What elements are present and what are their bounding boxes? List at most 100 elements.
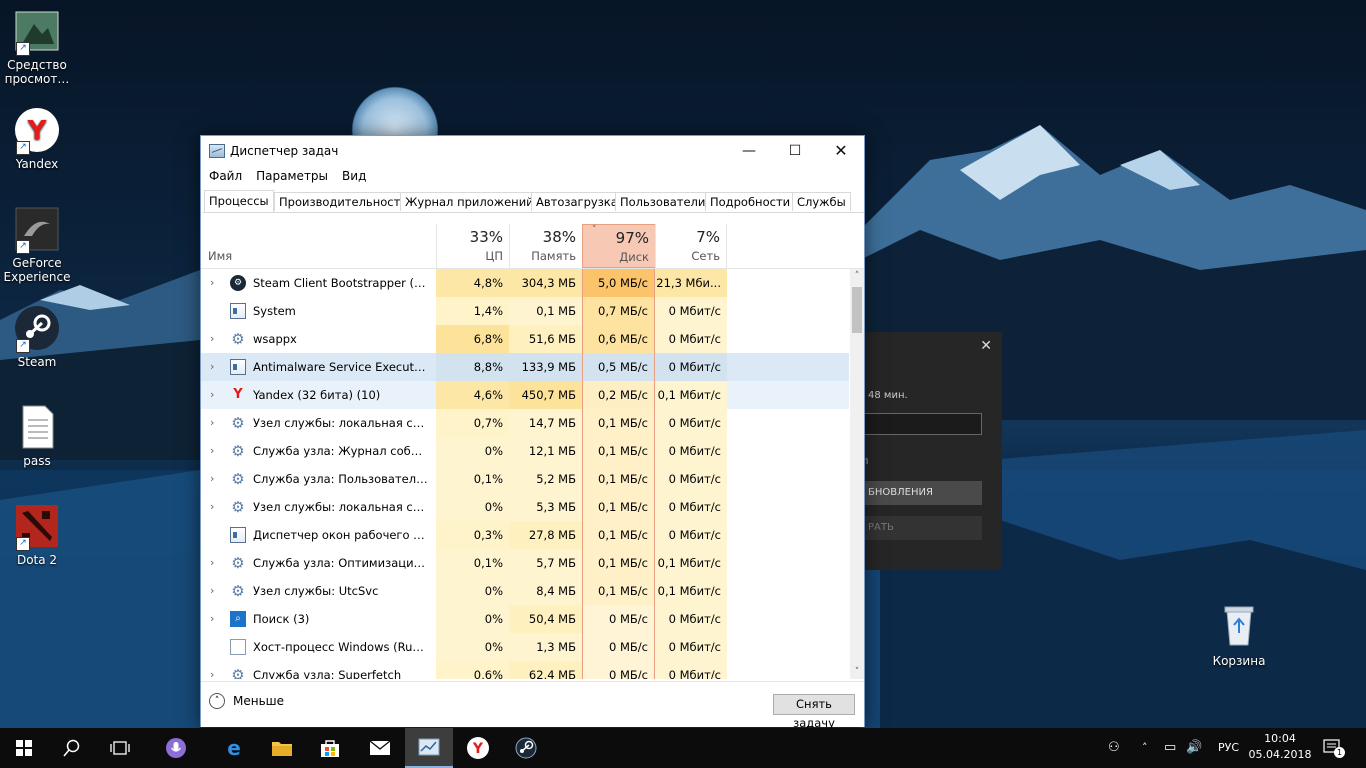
speaker-icon[interactable]: 🔊	[1186, 728, 1202, 768]
scroll-down-icon[interactable]: ˅	[850, 665, 864, 679]
action-center-button[interactable]: 1	[1322, 738, 1345, 758]
process-list: › ⚙ Steam Client Bootstrapper (32 б... 4,8%…	[201, 269, 849, 679]
title-bar[interactable]: Диспетчер задач — ☐ ✕	[201, 136, 864, 166]
process-cpu: 4,6%	[436, 381, 509, 409]
table-row[interactable]: › ⚙ Steam Client Bootstrapper (32 б... 4,8%…	[201, 269, 849, 297]
process-memory: 304,3 МБ	[509, 269, 582, 297]
column-memory[interactable]: 38% Память	[509, 224, 582, 268]
tab-details[interactable]: Подробности	[705, 192, 796, 211]
desktop-icon-yandex[interactable]: Y ↗ Yandex	[0, 107, 74, 171]
table-row[interactable]: › ⚙ Служба узла: Пользовательск... 0,1% 5,2 …	[201, 465, 849, 493]
scroll-up-icon[interactable]: ˄	[850, 269, 864, 283]
store-button[interactable]	[306, 728, 354, 768]
process-disk: 0,7 МБ/с	[582, 297, 655, 325]
tab-performance[interactable]: Производительность	[274, 192, 413, 211]
table-row[interactable]: › Y Yandex (32 бита) (10) 4,6% 450,7 МБ 0,2 М…	[201, 381, 849, 409]
process-disk: 0,1 МБ/с	[582, 409, 655, 437]
memory-total: 38%	[542, 228, 576, 246]
close-icon[interactable]: ✕	[980, 338, 992, 354]
column-network[interactable]: 7% Сеть	[655, 224, 727, 268]
process-name: Служба узла: Журнал событи...	[253, 444, 436, 458]
table-row[interactable]: Хост-процесс Windows (Rundl... 0% 1,3 МБ 0 …	[201, 633, 849, 661]
tab-processes[interactable]: Процессы	[204, 190, 274, 212]
steam-dialog-field[interactable]	[860, 413, 982, 435]
desktop-icon-dota2[interactable]: ↗ Dota 2	[0, 503, 74, 567]
table-row[interactable]: › ⚙ wsappx 6,8% 51,6 МБ 0,6 МБ/с 0 Мбит/с	[201, 325, 849, 353]
process-cpu: 4,8%	[436, 269, 509, 297]
input-language[interactable]: РУС	[1218, 728, 1239, 768]
process-memory: 5,7 МБ	[509, 549, 582, 577]
column-name[interactable]: Имя	[208, 249, 232, 263]
table-row[interactable]: Диспетчер окон рабочего сто... 0,3% 27,8 М…	[201, 521, 849, 549]
process-memory: 51,6 МБ	[509, 325, 582, 353]
task-view-button[interactable]	[96, 728, 144, 768]
process-network: 0 Мбит/с	[655, 297, 727, 325]
steam-taskbar-button[interactable]	[502, 728, 550, 768]
end-task-button[interactable]: Снять задачу	[773, 694, 855, 730]
table-row[interactable]: System 1,4% 0,1 МБ 0,7 МБ/с 0 Мбит/с	[201, 297, 849, 325]
desktop-icon-recycle-bin[interactable]: Корзина	[1202, 602, 1276, 668]
steam-update-button[interactable]: БНОВЛЕНИЯ	[860, 481, 982, 505]
table-row[interactable]: › ⚙ Служба узла: Оптимизация до... 0,1% 5,7 …	[201, 549, 849, 577]
table-row[interactable]: › ⚙ Узел службы: локальная сист... 0% 5,3 МБ…	[201, 493, 849, 521]
table-row[interactable]: › ⚙ Узел службы: UtcSvc 0% 8,4 МБ 0,1 МБ/с 0,1…	[201, 577, 849, 605]
table-row[interactable]: › Antimalware Service Executable 8,8% 133,9…	[201, 353, 849, 381]
file-explorer-button[interactable]	[258, 728, 306, 768]
edge-button[interactable]: e	[210, 728, 258, 768]
desktop-icon-pass[interactable]: pass	[0, 404, 74, 468]
maximize-button[interactable]: ☐	[772, 136, 818, 166]
yandex-taskbar-button[interactable]: Y	[454, 728, 502, 768]
column-disk[interactable]: ˅ 97% Диск	[582, 224, 656, 268]
start-button[interactable]	[0, 728, 48, 768]
desktop-icon-viewer[interactable]: ↗ Средство просмот…	[0, 8, 74, 86]
steam-play-button[interactable]: РАТЬ	[860, 516, 982, 540]
clock[interactable]: 10:04 05.04.2018	[1244, 731, 1316, 763]
process-name: Узел службы: локальная сист...	[253, 416, 436, 430]
task-manager-taskbar-button[interactable]	[405, 728, 453, 768]
scroll-thumb[interactable]	[852, 287, 862, 333]
network-label: Сеть	[691, 249, 720, 263]
people-icon[interactable]: ⚇	[1108, 728, 1120, 768]
process-network: 0,1 Мбит/с	[655, 381, 727, 409]
task-view-icon	[110, 741, 130, 755]
cortana-button[interactable]	[152, 728, 200, 768]
process-network: 0 Мбит/с	[655, 661, 727, 679]
process-disk: 0,6 МБ/с	[582, 325, 655, 353]
steam-icon	[515, 737, 537, 759]
menu-view[interactable]: Вид	[336, 166, 372, 186]
tab-services[interactable]: Службы	[792, 192, 851, 211]
menu-options[interactable]: Параметры	[250, 166, 334, 186]
close-button[interactable]: ✕	[818, 136, 864, 166]
column-cpu[interactable]: 33% ЦП	[436, 224, 509, 268]
network-icon[interactable]: ▭	[1164, 728, 1176, 768]
chevron-up-icon[interactable]: ˄	[1142, 728, 1148, 768]
folder-icon	[272, 742, 292, 756]
tab-app-history[interactable]: Журнал приложений	[400, 192, 539, 211]
search-button[interactable]	[48, 728, 96, 768]
desktop-icon-steam[interactable]: ↗ Steam	[0, 305, 74, 369]
cpu-label: ЦП	[485, 249, 503, 263]
mail-button[interactable]	[356, 728, 404, 768]
process-cpu: 8,8%	[436, 353, 509, 381]
steam-icon: ↗	[14, 305, 60, 353]
process-disk: 0,2 МБ/с	[582, 381, 655, 409]
tab-startup[interactable]: Автозагрузка	[531, 192, 623, 211]
microphone-icon	[166, 738, 186, 758]
process-cpu: 0%	[436, 577, 509, 605]
table-row[interactable]: › ⚙ Служба узла: Журнал событи... 0% 12,1 МБ…	[201, 437, 849, 465]
table-row[interactable]: › ⌕ Поиск (3) 0% 50,4 МБ 0 МБ/с 0 Мбит/с	[201, 605, 849, 633]
minimize-button[interactable]: —	[726, 136, 772, 166]
tab-users[interactable]: Пользователи	[615, 192, 711, 211]
process-cpu: 0%	[436, 605, 509, 633]
task-manager-icon	[209, 144, 225, 158]
table-row[interactable]: › ⚙ Служба узла: Superfetch 0,6% 62,4 МБ 0 МБ…	[201, 661, 849, 679]
process-disk: 0 МБ/с	[582, 661, 655, 679]
fewer-details-button[interactable]: ˄ Меньше	[209, 693, 284, 709]
table-row[interactable]: › ⚙ Узел службы: локальная сист... 0,7% 14,7…	[201, 409, 849, 437]
process-cpu: 0,7%	[436, 409, 509, 437]
menu-file[interactable]: Файл	[203, 166, 248, 186]
memory-label: Память	[531, 249, 576, 263]
desktop-icon-geforce[interactable]: ↗ GeForce Experience	[0, 206, 74, 284]
vertical-scrollbar[interactable]: ˄ ˅	[850, 269, 864, 679]
process-network: 0 Мбит/с	[655, 409, 727, 437]
